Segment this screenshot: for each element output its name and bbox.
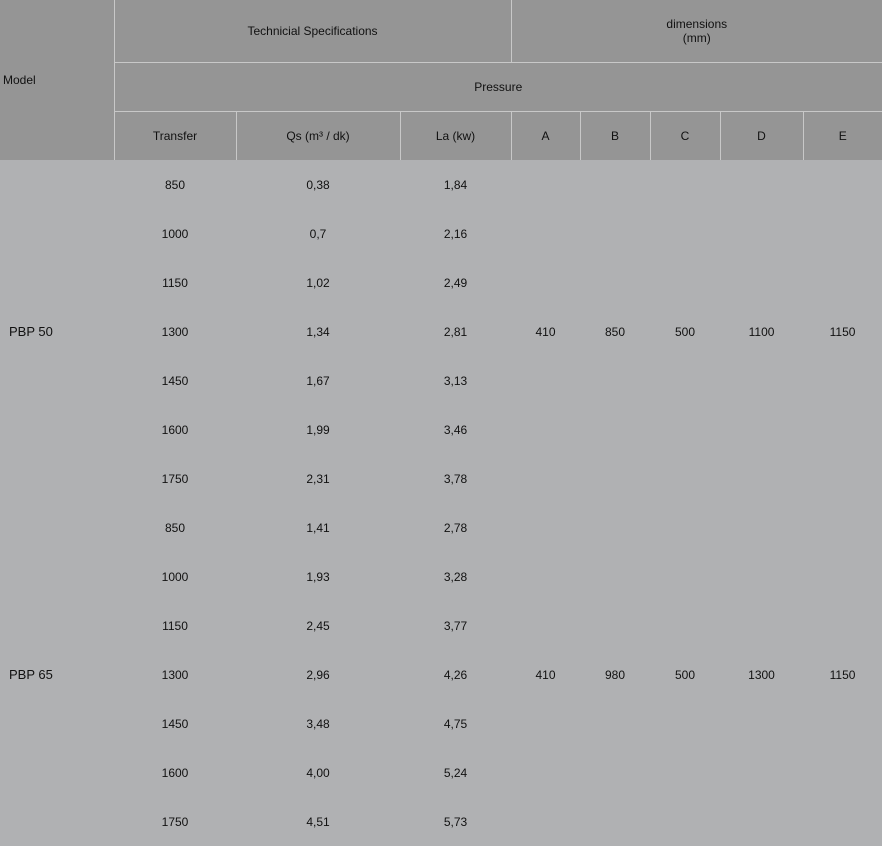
dim-e-header: E [802,111,882,160]
model-cell: PBP 50 [9,323,53,339]
dim-c-header: C [649,111,721,160]
la-cell: 3,78 [443,471,468,486]
transfer-cell: 1300 [161,324,189,339]
la-header: La (kw) [399,111,512,160]
la-cell: 5,24 [443,765,468,780]
table-row: PBP 65 850 1,41 2,78 410 980 500 1300 1150 [0,503,882,682]
la-cell: 3,13 [443,373,468,388]
la-cell: 3,46 [443,422,468,437]
transfer-cell: 1750 [161,471,189,486]
spec-table: Model Technicial Specifications dimensio… [0,0,882,846]
table-header: Model Technicial Specifications dimensio… [0,0,882,160]
dim-a-cell: 410 [535,667,556,682]
dim-b-cell: 980 [605,667,626,682]
qs-cell: 1,41 [306,520,330,535]
qs-cell: 2,31 [306,471,330,486]
dim-d-cell: 1100 [748,324,775,339]
la-cell: 2,78 [443,520,468,535]
dim-b-header: B [579,111,651,160]
model-cell: PBP 65 [9,666,53,682]
qs-header: Qs (m³ / dk) [235,111,400,160]
dim-c-cell: 500 [675,324,696,339]
table-row: PBP 50 850 0,38 1,84 410 850 500 1100 1150 [0,160,882,339]
dim-b-cell: 850 [605,324,626,339]
transfer-cell: 1000 [161,569,189,584]
dim-d-cell: 1300 [748,667,775,682]
transfer-cell: 1600 [161,422,189,437]
dimensions-unit: (mm) [682,31,711,45]
qs-cell: 2,96 [306,667,330,682]
dim-d-header: D [719,111,804,160]
qs-cell: 4,00 [306,765,330,780]
la-cell: 3,28 [443,569,468,584]
qs-cell: 1,93 [306,569,330,584]
qs-cell: 1,99 [306,422,330,437]
dim-e-cell: 1150 [829,324,856,339]
table-body: PBP 50 850 0,38 1,84 410 850 500 1100 1150 1000 0,… [0,160,882,846]
transfer-cell: 1450 [161,373,189,388]
dimensions-header: dimensions (mm) [510,0,882,63]
dim-e-cell: 1150 [829,667,856,682]
pressure-header: Pressure [113,62,882,112]
transfer-cell: 1750 [161,814,189,829]
model-header: Model [0,0,114,160]
la-cell: 5,73 [443,814,468,829]
transfer-cell: 1150 [162,275,188,290]
dimensions-label: dimensions [666,17,728,31]
technical-specifications-header: Technicial Specifications [113,0,512,63]
la-cell: 2,16 [443,226,468,241]
transfer-cell: 1150 [162,618,188,633]
la-cell: 2,49 [443,275,468,290]
transfer-header: Transfer [113,111,236,160]
la-cell: 4,26 [443,667,468,682]
dim-a-cell: 410 [535,324,556,339]
transfer-cell: 1600 [161,765,189,780]
qs-cell: 0,7 [309,226,327,241]
dim-a-header: A [510,111,581,160]
transfer-cell: 1450 [161,716,189,731]
la-cell: 3,77 [443,618,468,633]
qs-cell: 3,48 [306,716,330,731]
la-cell: 1,84 [443,177,468,192]
transfer-cell: 850 [164,520,186,535]
qs-cell: 4,51 [306,814,330,829]
qs-cell: 1,67 [306,373,330,388]
qs-cell: 1,02 [306,275,330,290]
la-cell: 2,81 [443,324,468,339]
transfer-cell: 850 [164,177,186,192]
qs-cell: 1,34 [306,324,330,339]
dim-c-cell: 500 [675,667,696,682]
transfer-cell: 1300 [161,667,189,682]
qs-cell: 0,38 [306,177,330,192]
transfer-cell: 1000 [161,226,189,241]
la-cell: 4,75 [443,716,468,731]
qs-cell: 2,45 [306,618,330,633]
